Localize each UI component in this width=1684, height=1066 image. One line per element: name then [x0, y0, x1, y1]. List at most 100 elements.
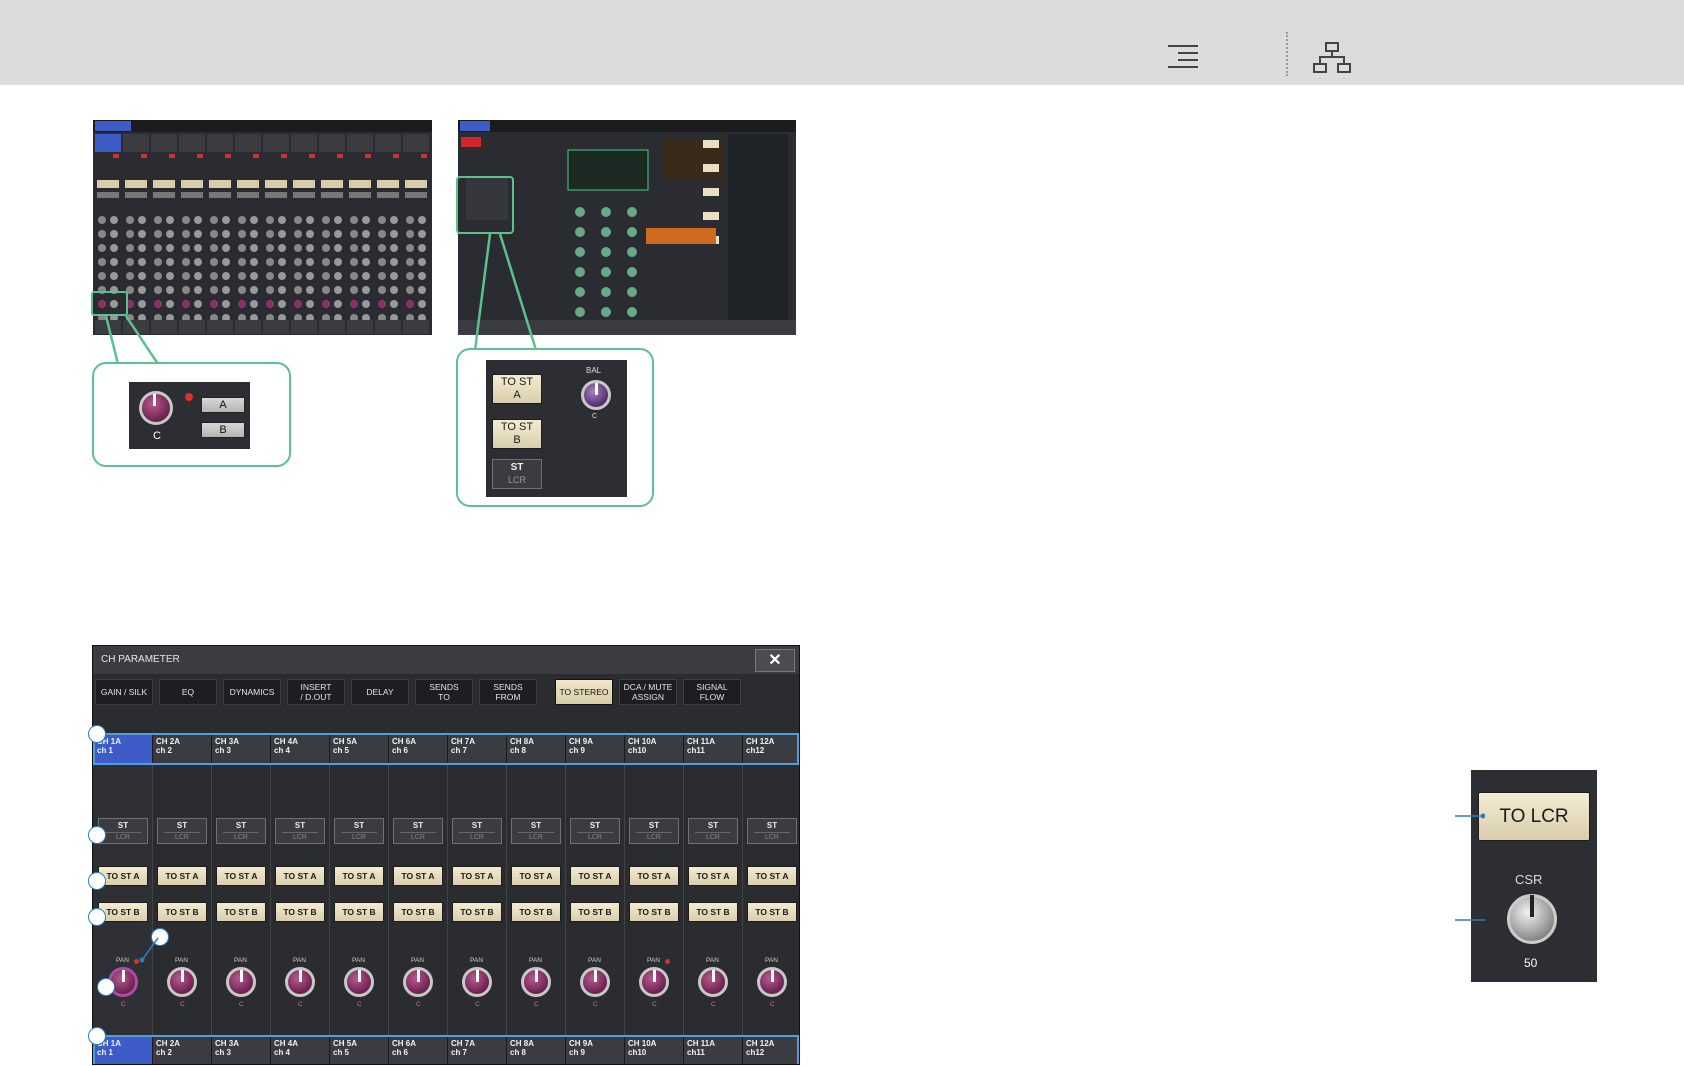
bal-knob[interactable]	[581, 380, 611, 410]
window-titlebar: CH PARAMETER ✕	[93, 646, 799, 674]
to-st-b-button[interactable]: TO ST B	[157, 902, 207, 922]
callout-connector-1	[104, 315, 160, 364]
to-st-b-button[interactable]: TO ST B	[452, 902, 502, 922]
channel-strip-7: ST LCR TO ST A TO ST B PAN C	[448, 765, 507, 1035]
to-st-a-button[interactable]: TO ST A	[570, 866, 620, 886]
channel-strip-12: ST LCR TO ST A TO ST B PAN C	[743, 765, 799, 1035]
st-lcr-button[interactable]: ST LCR	[688, 818, 738, 844]
pan-value: C	[711, 1001, 716, 1008]
button-b[interactable]: B	[201, 422, 245, 438]
pan-value: C	[121, 1001, 126, 1008]
to-st-a-button[interactable]: TO ST A	[492, 374, 542, 404]
button-a[interactable]: A	[201, 397, 245, 413]
pan-knob[interactable]	[462, 967, 492, 997]
lcr-label: LCR	[282, 832, 318, 843]
tab-dynamics[interactable]: DYNAMICS	[223, 679, 281, 705]
st-label: ST	[117, 821, 129, 830]
pan-knob[interactable]	[226, 967, 256, 997]
tab-gain-silk[interactable]: GAIN / SILK	[95, 679, 153, 705]
pan-knob[interactable]	[580, 967, 610, 997]
pan-value: C	[770, 1001, 775, 1008]
st-lcr-button[interactable]: ST LCR	[275, 818, 325, 844]
pan-label: PAN	[234, 957, 247, 964]
st-label: ST	[471, 821, 483, 830]
to-st-b-button[interactable]: TO ST B	[216, 902, 266, 922]
to-st-b-button[interactable]: TO ST B	[334, 902, 384, 922]
tab-insert-d-out[interactable]: INSERT / D.OUT	[287, 679, 345, 705]
callout-marker-2	[88, 826, 106, 844]
st-lcr-button[interactable]: ST LCR	[452, 818, 502, 844]
callout-marker-6	[88, 1027, 106, 1045]
st-lcr-button[interactable]: ST LCR	[570, 818, 620, 844]
sitemap-icon[interactable]	[1312, 42, 1352, 74]
st-lcr-button[interactable]: ST LCR	[747, 818, 797, 844]
pan-knob[interactable]	[521, 967, 551, 997]
highlight-box-2	[456, 176, 514, 234]
to-st-a-button[interactable]: TO ST A	[393, 866, 443, 886]
csr-knob[interactable]	[1507, 894, 1557, 944]
pan-value: C	[534, 1001, 539, 1008]
close-button[interactable]: ✕	[755, 649, 795, 672]
to-st-b-button[interactable]: TO ST B	[629, 902, 679, 922]
st-lcr-button[interactable]: ST LCR	[157, 818, 207, 844]
pan-label: PAN	[116, 957, 129, 964]
st-lcr-button[interactable]: ST LCR	[98, 818, 148, 844]
tab-eq[interactable]: EQ	[159, 679, 217, 705]
to-st-a-button[interactable]: TO ST A	[157, 866, 207, 886]
pan-value: C	[357, 1001, 362, 1008]
channel-selection-outline	[93, 733, 799, 765]
to-lcr-button[interactable]: TO LCR	[1478, 792, 1590, 841]
tab-dca-mute-assign[interactable]: DCA / MUTE ASSIGN	[619, 679, 677, 705]
window-title: CH PARAMETER	[101, 654, 180, 665]
to-st-b-button[interactable]: TO ST B	[570, 902, 620, 922]
st-lcr-button[interactable]: ST LCR	[511, 818, 561, 844]
tab-to-stereo[interactable]: TO STEREO	[555, 679, 613, 705]
pan-value: C	[652, 1001, 657, 1008]
to-st-b-label: TO ST B	[500, 421, 534, 446]
to-st-a-button[interactable]: TO ST A	[334, 866, 384, 886]
st-lcr-button[interactable]: ST LCR	[216, 818, 266, 844]
to-st-a-button[interactable]: TO ST A	[688, 866, 738, 886]
tab-signal-flow[interactable]: SIGNAL FLOW	[683, 679, 741, 705]
pan-knob[interactable]	[698, 967, 728, 997]
st-lcr-button[interactable]: ST LCR	[492, 459, 542, 489]
to-st-b-button[interactable]: TO ST B	[393, 902, 443, 922]
to-st-a-button[interactable]: TO ST A	[511, 866, 561, 886]
tab-sends-to[interactable]: SENDS TO	[415, 679, 473, 705]
lcr-label: LCR	[164, 832, 200, 843]
lcr-label: LCR	[341, 832, 377, 843]
st-lcr-button[interactable]: ST LCR	[629, 818, 679, 844]
to-st-b-button[interactable]: TO ST B	[747, 902, 797, 922]
lcr-label: LCR	[577, 832, 613, 843]
pan-label: PAN	[470, 957, 483, 964]
pan-knob[interactable]	[285, 967, 315, 997]
to-st-b-button[interactable]: TO ST B	[511, 902, 561, 922]
pan-label: PAN	[352, 957, 365, 964]
tab-delay[interactable]: DELAY	[351, 679, 409, 705]
to-st-a-button[interactable]: TO ST A	[216, 866, 266, 886]
channel-strip-8: ST LCR TO ST A TO ST B PAN C	[507, 765, 566, 1035]
to-st-a-button[interactable]: TO ST A	[452, 866, 502, 886]
st-lcr-button[interactable]: ST LCR	[334, 818, 384, 844]
st-lcr-button[interactable]: ST LCR	[393, 818, 443, 844]
pan-knob[interactable]	[403, 967, 433, 997]
pan-knob[interactable]	[139, 391, 173, 425]
pan-knob[interactable]	[344, 967, 374, 997]
to-st-b-button[interactable]: TO ST B	[688, 902, 738, 922]
pan-knob[interactable]	[757, 967, 787, 997]
st-label: ST	[530, 821, 542, 830]
st-label: ST	[707, 821, 719, 830]
pan-knob[interactable]	[639, 967, 669, 997]
pan-value: C	[298, 1001, 303, 1008]
to-st-a-button[interactable]: TO ST A	[747, 866, 797, 886]
to-st-a-button[interactable]: TO ST A	[629, 866, 679, 886]
menu-icon[interactable]	[1166, 44, 1200, 72]
pan-value: C	[416, 1001, 421, 1008]
to-st-a-button[interactable]: TO ST A	[275, 866, 325, 886]
to-st-a-label: TO ST A	[500, 376, 534, 401]
to-st-b-button[interactable]: TO ST B	[492, 419, 542, 449]
pan-label: PAN	[293, 957, 306, 964]
to-st-b-button[interactable]: TO ST B	[275, 902, 325, 922]
channel-strip-4: ST LCR TO ST A TO ST B PAN C	[271, 765, 330, 1035]
tab-sends-from[interactable]: SENDS FROM	[479, 679, 537, 705]
